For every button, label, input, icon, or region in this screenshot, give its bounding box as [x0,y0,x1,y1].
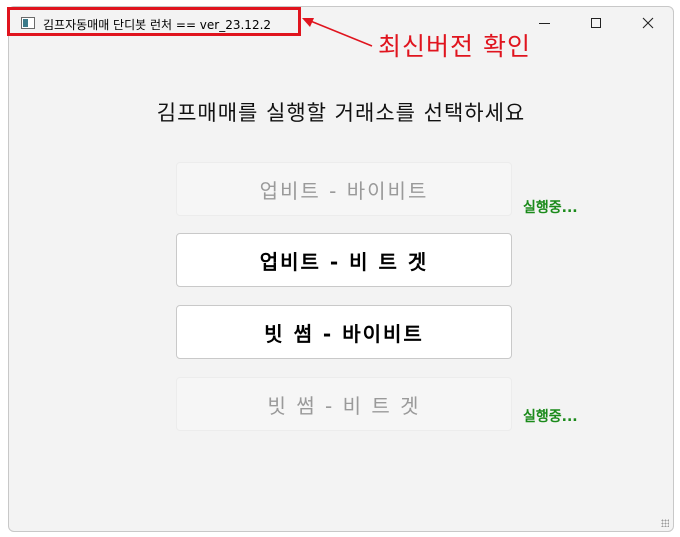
annotation-arrow-icon [302,18,373,47]
annotation-text: 최신버전 확인 [378,32,531,61]
